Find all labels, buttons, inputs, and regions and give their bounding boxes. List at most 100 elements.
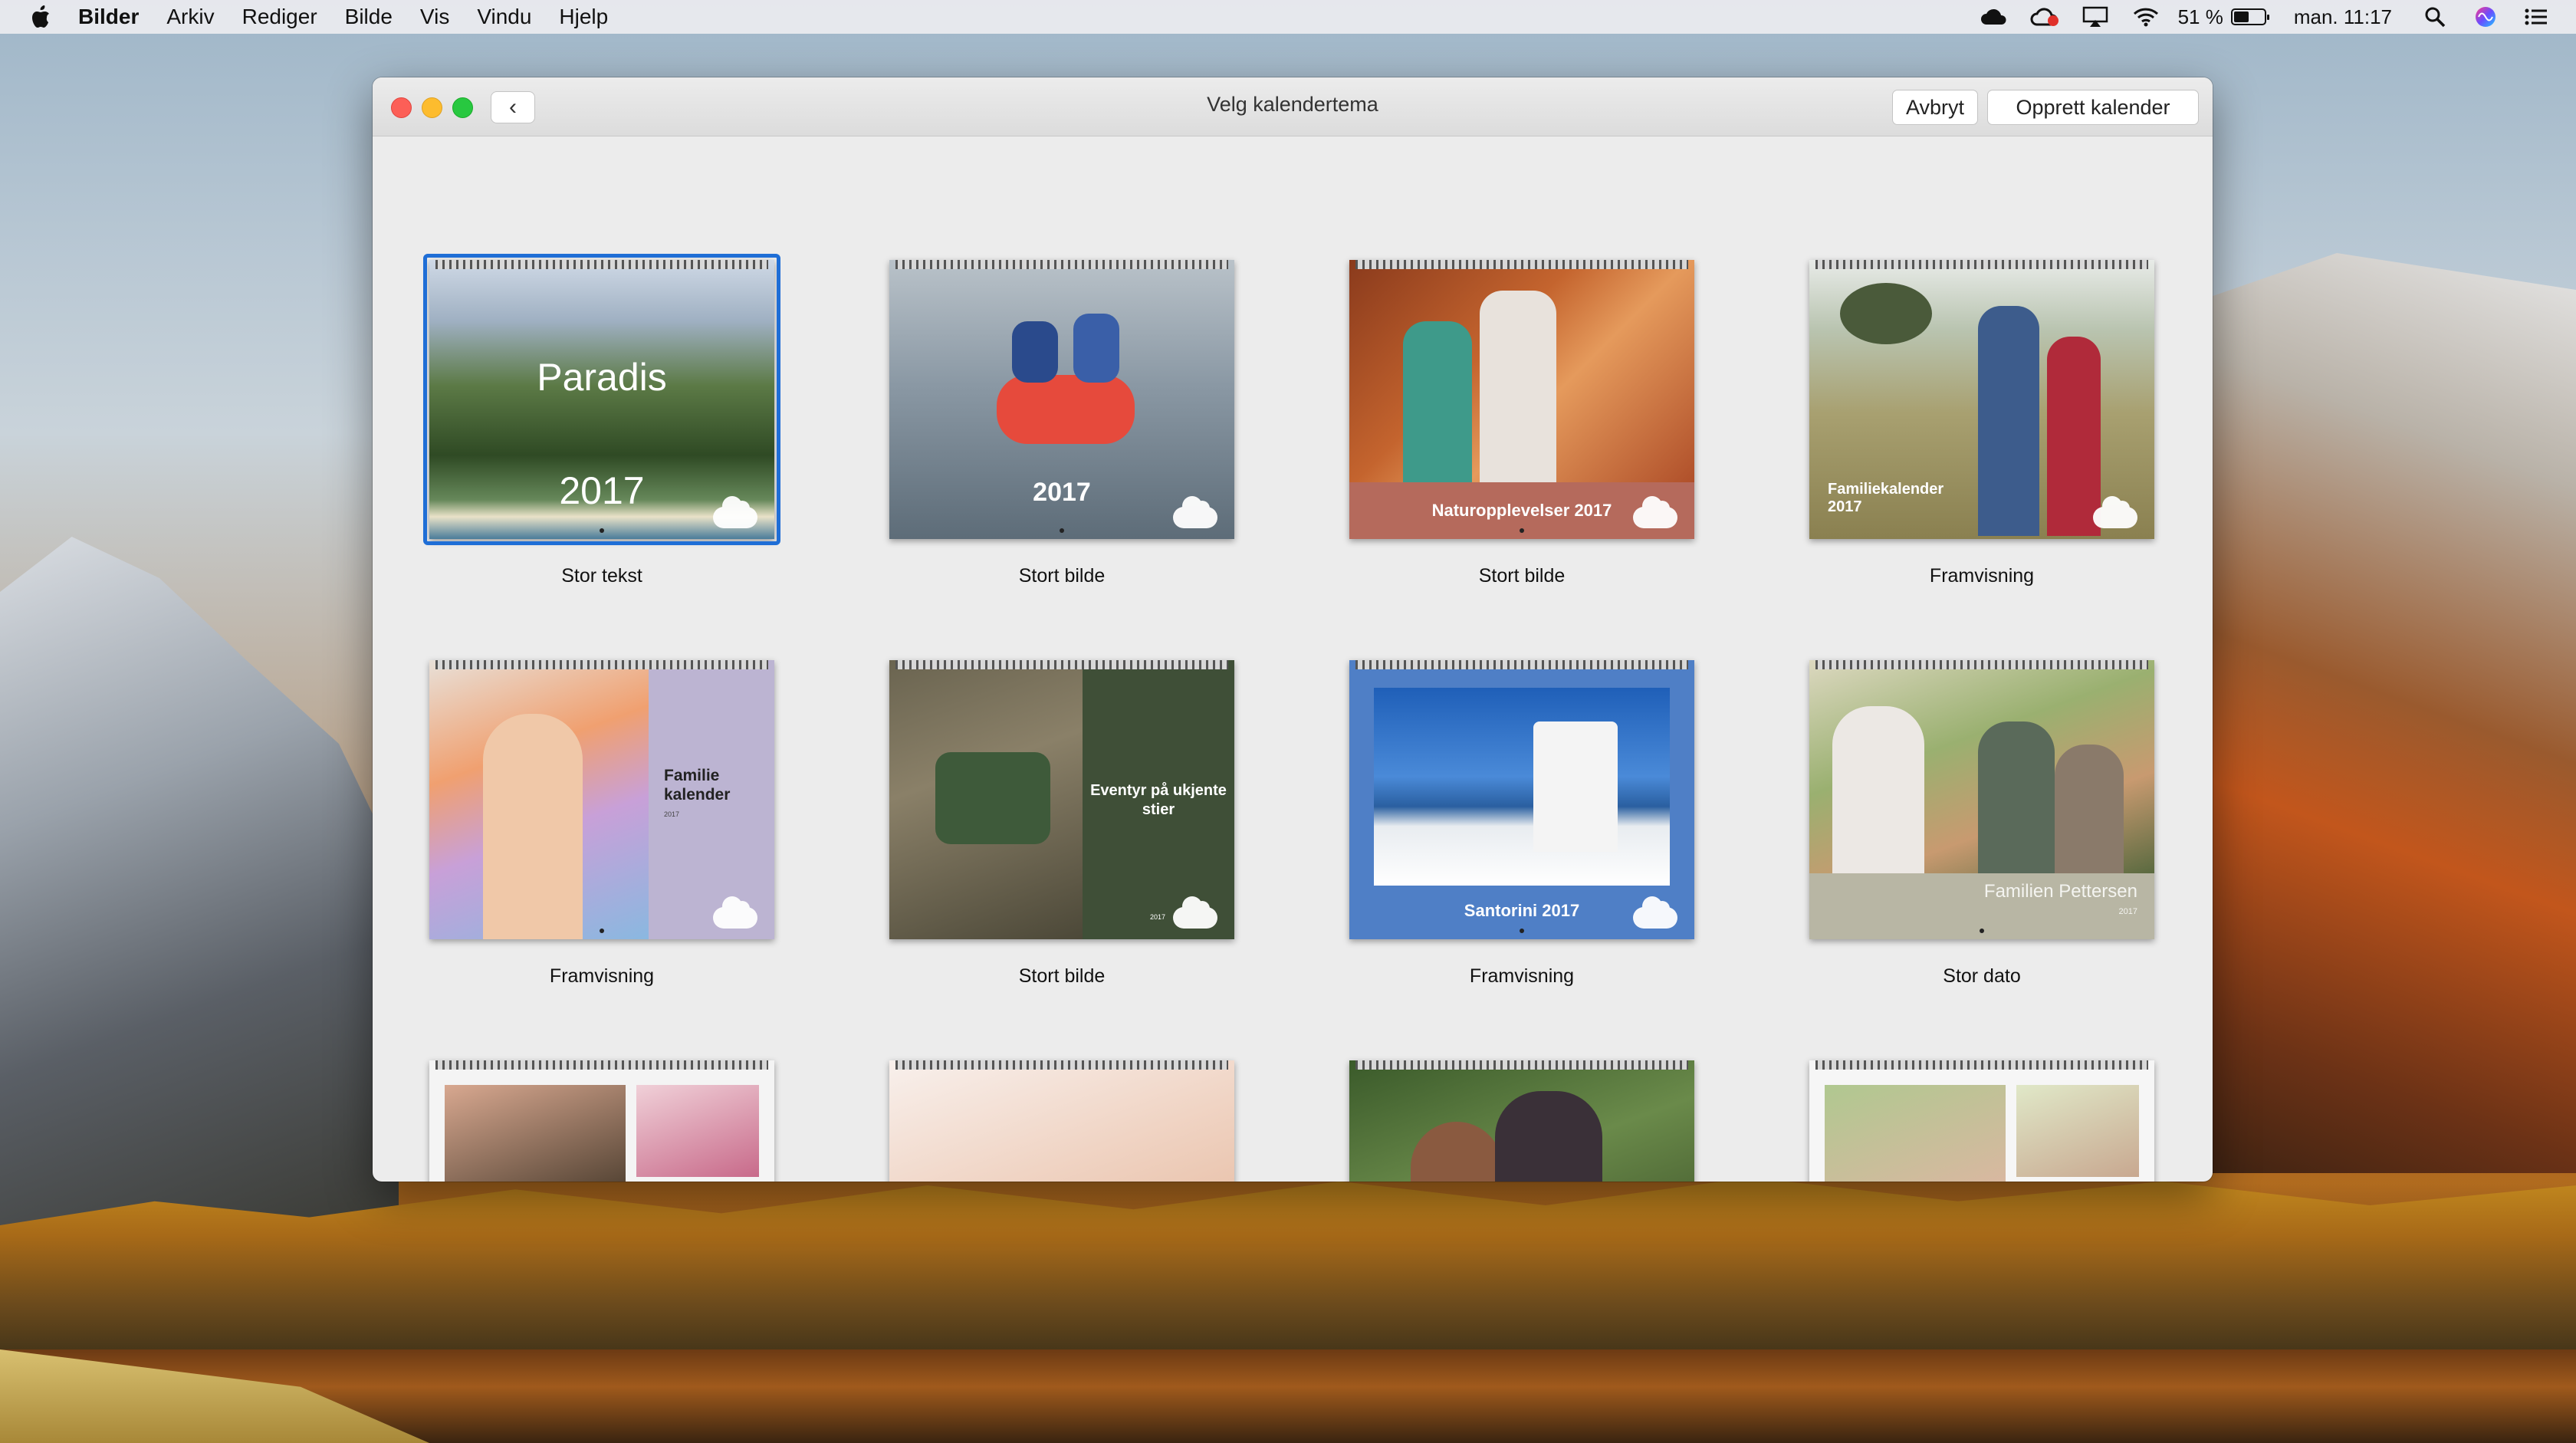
- menu-vis[interactable]: Vis: [420, 5, 449, 29]
- person-shape: [1480, 291, 1556, 482]
- cover-photo: [2016, 1085, 2139, 1177]
- menu-app-name[interactable]: Bilder: [78, 5, 139, 29]
- theme-label: Framvisning: [1929, 565, 2035, 587]
- cloud-icon: [1633, 496, 1677, 528]
- apple-menu-icon[interactable]: [29, 5, 52, 29]
- battery-icon[interactable]: [2230, 8, 2269, 25]
- status-area: 51 % man. 11:17: [1959, 5, 2551, 29]
- spotlight-search-icon[interactable]: [2420, 5, 2450, 28]
- menu-hjelp[interactable]: Hjelp: [559, 5, 608, 29]
- person-shape: [1403, 321, 1472, 482]
- page-dot: [1520, 929, 1524, 933]
- person-shape: [1978, 722, 2055, 873]
- theme-thumbnail[interactable]: [1349, 1060, 1694, 1182]
- cover-caption: Familie kalender: [664, 767, 731, 804]
- cover-title: Paradis: [537, 356, 667, 399]
- cloud-icon: [713, 496, 757, 528]
- theme-thumbnail[interactable]: Paradis 2017: [429, 260, 774, 539]
- title-bar: ‹ Velg kalendertema Avbryt Opprett kalen…: [373, 77, 2213, 136]
- cloud-icon: [1173, 896, 1217, 929]
- menu-bar: Bilder Arkiv Rediger Bilde Vis Vindu Hje…: [0, 0, 2576, 34]
- theme-thumbnail[interactable]: Familien Pettersen 2017: [1809, 660, 2154, 939]
- cover-photo: [1374, 688, 1670, 886]
- battery-level: [2233, 12, 2249, 22]
- cloud-icon: [2093, 496, 2137, 528]
- cover-photo: [636, 1085, 759, 1177]
- theme-thumbnail[interactable]: Naturopplevelser 2017: [1349, 260, 1694, 539]
- calendar-spiral: [895, 1060, 1228, 1070]
- desktop-mountain-left: [0, 537, 399, 1227]
- page-dot: [600, 528, 604, 533]
- cover-year: 2017: [2118, 907, 2137, 916]
- theme-thumbnail[interactable]: Familiekalender 2017: [1809, 260, 2154, 539]
- clock[interactable]: man. 11:17: [2294, 5, 2392, 29]
- theme-label: Stor tekst: [561, 565, 642, 587]
- menu-arkiv[interactable]: Arkiv: [166, 5, 214, 29]
- siri-icon[interactable]: [2470, 5, 2501, 28]
- airplay-icon[interactable]: [2080, 5, 2111, 28]
- theme-label: Framvisning: [1469, 965, 1575, 987]
- battery-percent: 51 %: [2177, 5, 2223, 28]
- wifi-icon[interactable]: [2131, 5, 2161, 28]
- kayak-shape: [997, 375, 1135, 444]
- menu-vindu[interactable]: Vindu: [477, 5, 531, 29]
- calendar-spiral: [1815, 260, 2148, 269]
- cloud-icon: [1633, 896, 1677, 929]
- theme-grid: Paradis 2017 Stor tekst 2017 Stort bilde: [373, 136, 2213, 1182]
- cover-photo: [889, 1060, 1234, 1182]
- person-shape: [2055, 745, 2124, 873]
- person-shape: [1012, 321, 1058, 383]
- calendar-spiral: [1355, 1060, 1688, 1070]
- desktop-mountain-right: [2177, 253, 2576, 1173]
- page-dot: [1520, 528, 1524, 533]
- theme-thumbnail[interactable]: Eventyr på ukjente stier 2017: [889, 660, 1234, 939]
- cover-photo: [445, 1085, 626, 1182]
- calendar-spiral: [1815, 660, 2148, 669]
- person-shape: [2047, 337, 2101, 536]
- theme-label: Stort bilde: [1018, 965, 1106, 987]
- cover-year: 2017: [664, 810, 680, 818]
- creative-cloud-icon[interactable]: [2029, 5, 2060, 28]
- notification-center-icon[interactable]: [2521, 5, 2551, 28]
- theme-thumbnail[interactable]: Familie kalender 2017: [429, 660, 774, 939]
- cover-caption: Familien Pettersen: [1983, 881, 2137, 902]
- cloud-sync-icon[interactable]: [1979, 5, 2009, 28]
- tree-shape: [1840, 283, 1932, 344]
- person-shape: [1495, 1091, 1602, 1182]
- page-dot: [600, 929, 604, 933]
- page-dot: [1060, 528, 1064, 533]
- cancel-button[interactable]: Avbryt: [1892, 90, 1978, 125]
- create-calendar-button[interactable]: Opprett kalender: [1987, 90, 2199, 125]
- theme-label: Stort bilde: [1478, 565, 1566, 587]
- person-shape: [1832, 706, 1924, 873]
- calendar-spiral: [435, 260, 768, 269]
- theme-label: Framvisning: [549, 965, 655, 987]
- calendar-spiral: [1355, 660, 1688, 669]
- people-shape: [935, 752, 1050, 844]
- cover-photo: [1825, 1085, 2006, 1182]
- windmill-shape: [1533, 722, 1618, 852]
- theme-thumbnail[interactable]: [889, 1060, 1234, 1182]
- calendar-spiral: [1355, 260, 1688, 269]
- child-shape: [483, 714, 583, 939]
- calendar-spiral: [895, 660, 1228, 669]
- person-shape: [1978, 306, 2039, 536]
- theme-label: Stor dato: [1943, 965, 2021, 987]
- menu-bilde[interactable]: Bilde: [345, 5, 393, 29]
- cover-year: 2017: [1150, 913, 1166, 921]
- page-dot: [1980, 929, 1984, 933]
- person-shape: [1073, 314, 1119, 383]
- cover-caption: Eventyr på ukjente stier: [1090, 782, 1227, 818]
- theme-thumbnail[interactable]: [1809, 1060, 2154, 1182]
- theme-thumbnail[interactable]: 2017: [889, 260, 1234, 539]
- calendar-spiral: [895, 260, 1228, 269]
- theme-thumbnail[interactable]: [429, 1060, 774, 1182]
- theme-label: Stort bilde: [1018, 565, 1106, 587]
- menu-rediger[interactable]: Rediger: [242, 5, 317, 29]
- cloud-icon: [1173, 496, 1217, 528]
- theme-thumbnail[interactable]: Santorini 2017: [1349, 660, 1694, 939]
- cloud-icon: [713, 896, 757, 929]
- calendar-spiral: [1815, 1060, 2148, 1070]
- calendar-spiral: [435, 1060, 768, 1070]
- cover-caption: Familiekalender 2017: [1828, 481, 1944, 515]
